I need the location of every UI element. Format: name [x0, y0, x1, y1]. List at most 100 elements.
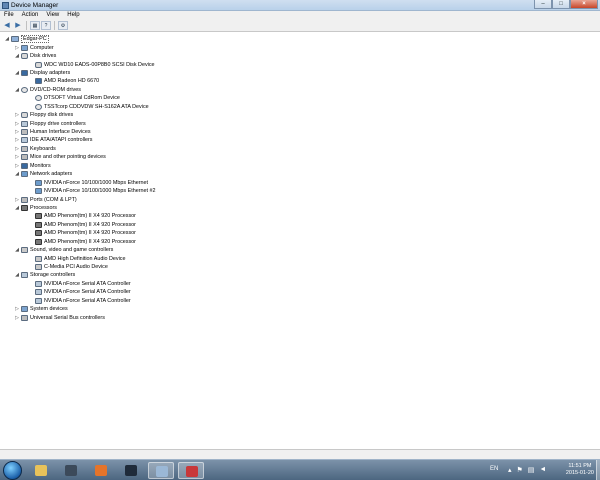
expand-icon[interactable]: ▷	[14, 137, 20, 143]
tree-category[interactable]: ▷ IDE ATA/ATAPI controllers	[0, 136, 155, 144]
tree-category[interactable]: ◢ Disk drives	[0, 52, 155, 60]
collapse-icon[interactable]: ◢	[14, 53, 20, 59]
volume-icon[interactable]: ◄	[539, 466, 546, 474]
tree-label: System devices	[30, 306, 68, 313]
tree-category[interactable]: ◢ Storage controllers	[0, 271, 155, 279]
tree-device[interactable]: NVIDIA nForce Serial ATA Controller	[0, 288, 155, 296]
tree-category[interactable]: ◢ Sound, video and game controllers	[0, 246, 155, 254]
language-indicator[interactable]: EN	[490, 466, 498, 472]
minimize-button[interactable]: –	[534, 0, 552, 9]
tree-label: Disk drives	[30, 53, 57, 60]
tree-category[interactable]: ▷ Floppy drive controllers	[0, 119, 155, 127]
disp-icon	[21, 69, 28, 76]
collapse-icon[interactable]: ◢	[14, 87, 20, 93]
stor-icon	[35, 297, 42, 304]
device-manager-icon	[156, 466, 168, 477]
stor-icon	[21, 272, 28, 279]
tree-category[interactable]: ▷ Floppy disk drives	[0, 111, 155, 119]
tree-category[interactable]: ▷ Human Interface Devices	[0, 128, 155, 136]
help-icon[interactable]: ?	[41, 21, 51, 30]
back-arrow-icon[interactable]: ◀	[2, 21, 12, 30]
clock[interactable]: 11:51 PM 2015-01-20	[566, 463, 594, 477]
tree-root-computer[interactable]: ◢ Edgar-PC	[0, 35, 155, 44]
tree-device[interactable]: AMD High Definition Audio Device	[0, 254, 155, 262]
tree-label: NVIDIA nForce Serial ATA Controller	[44, 297, 131, 304]
tree-category[interactable]: ▷ Ports (COM & LPT)	[0, 195, 155, 203]
tree-category[interactable]: ◢ DVD/CD-ROM drives	[0, 86, 155, 94]
tree-category[interactable]: ▷ System devices	[0, 305, 155, 313]
taskbar: EN ▴ ⚑ ▤ ◄ 11:51 PM 2015-01-20	[0, 459, 600, 480]
tree-device[interactable]: TSSTcorp CDDVDW SH-S162A ATA Device	[0, 103, 155, 111]
expand-icon[interactable]: ▷	[14, 112, 20, 118]
forward-arrow-icon[interactable]: ▶	[13, 21, 23, 30]
disp-icon	[21, 162, 28, 169]
device-manager-icon	[2, 2, 9, 9]
collapse-icon[interactable]: ◢	[14, 247, 20, 253]
menu-action[interactable]: Action	[18, 11, 43, 20]
snd-icon	[35, 264, 42, 271]
expand-icon[interactable]: ▷	[14, 129, 20, 135]
collapse-icon[interactable]: ◢	[14, 70, 20, 76]
tree-device[interactable]: AMD Phenom(tm) II X4 920 Processor	[0, 238, 155, 246]
chevron-up-icon[interactable]: ▴	[508, 466, 512, 474]
menu-view[interactable]: View	[42, 11, 63, 20]
taskbar-device-manager[interactable]	[148, 462, 174, 479]
tree-category[interactable]: ◢ Network adapters	[0, 170, 155, 178]
snipping-tool-icon	[186, 466, 198, 477]
start-button[interactable]	[3, 461, 22, 480]
scan-hardware-icon[interactable]: ⚙	[58, 21, 68, 30]
tree-category[interactable]: ▷ Mice and other pointing devices	[0, 153, 155, 161]
menu-help[interactable]: Help	[63, 11, 83, 20]
tree-category[interactable]: ◢ Display adapters	[0, 69, 155, 77]
taskbar-steam[interactable]	[118, 462, 144, 479]
toolbar-separator	[54, 21, 55, 30]
tree-device[interactable]: NVIDIA nForce 10/100/1000 Mbps Ethernet	[0, 178, 155, 186]
tree-category[interactable]: ▷ Keyboards	[0, 145, 155, 153]
expand-icon[interactable]: ▷	[14, 45, 20, 51]
tree-category[interactable]: ▷ Computer	[0, 43, 155, 51]
expand-icon[interactable]: ▷	[14, 146, 20, 152]
tree-category[interactable]: ◢ Processors	[0, 204, 155, 212]
tree-device[interactable]: WDC WD10 EADS-00P8B0 SCSI Disk Device	[0, 60, 155, 68]
stor-icon	[35, 280, 42, 287]
tree-category[interactable]: ▷ Monitors	[0, 162, 155, 170]
tree-device[interactable]: NVIDIA nForce Serial ATA Controller	[0, 297, 155, 305]
tree-device[interactable]: NVIDIA nForce 10/100/1000 Mbps Ethernet …	[0, 187, 155, 195]
expand-icon[interactable]: ▷	[14, 197, 20, 203]
tree-device[interactable]: DTSOFT Virtual CdRom Device	[0, 94, 155, 102]
tree-device[interactable]: AMD Phenom(tm) II X4 920 Processor	[0, 229, 155, 237]
disk-icon	[35, 61, 42, 68]
taskbar-windows-explorer[interactable]	[28, 462, 54, 479]
taskbar-firefox[interactable]	[88, 462, 114, 479]
tree-device[interactable]: AMD Phenom(tm) II X4 920 Processor	[0, 221, 155, 229]
close-button[interactable]: ×	[570, 0, 598, 9]
collapse-icon[interactable]: ◢	[4, 36, 10, 42]
maximize-button[interactable]: □	[552, 0, 570, 9]
collapse-icon[interactable]: ◢	[14, 205, 20, 211]
collapse-icon[interactable]: ◢	[14, 272, 20, 278]
expand-icon[interactable]: ▷	[14, 154, 20, 160]
menu-bar: File Action View Help	[0, 11, 600, 20]
tree-device[interactable]: C-Media PCI Audio Device	[0, 263, 155, 271]
expand-icon[interactable]: ▷	[14, 163, 20, 169]
taskbar-media-player[interactable]	[58, 462, 84, 479]
expand-icon[interactable]: ▷	[14, 121, 20, 127]
menu-file[interactable]: File	[0, 11, 18, 20]
flag-icon[interactable]: ⚑	[517, 466, 523, 474]
tree-device[interactable]: AMD Phenom(tm) II X4 920 Processor	[0, 212, 155, 220]
expand-icon[interactable]: ▷	[14, 315, 20, 321]
expand-icon[interactable]: ▷	[14, 306, 20, 312]
properties-icon[interactable]: ▦	[30, 21, 40, 30]
tree-category[interactable]: ▷ Universal Serial Bus controllers	[0, 313, 155, 321]
network-icon[interactable]: ▤	[528, 466, 535, 474]
tree-device[interactable]: NVIDIA nForce Serial ATA Controller	[0, 280, 155, 288]
tree-label: NVIDIA nForce 10/100/1000 Mbps Ethernet …	[44, 188, 156, 195]
pc-icon	[21, 306, 28, 313]
taskbar-snipping-tool[interactable]	[178, 462, 204, 479]
tree-label: AMD Phenom(tm) II X4 920 Processor	[44, 213, 136, 220]
tree-device[interactable]: AMD Radeon HD 6670	[0, 77, 155, 85]
show-desktop-button[interactable]	[596, 460, 600, 480]
tree-label: Universal Serial Bus controllers	[30, 314, 105, 321]
tree-label: Keyboards	[30, 145, 56, 152]
collapse-icon[interactable]: ◢	[14, 171, 20, 177]
